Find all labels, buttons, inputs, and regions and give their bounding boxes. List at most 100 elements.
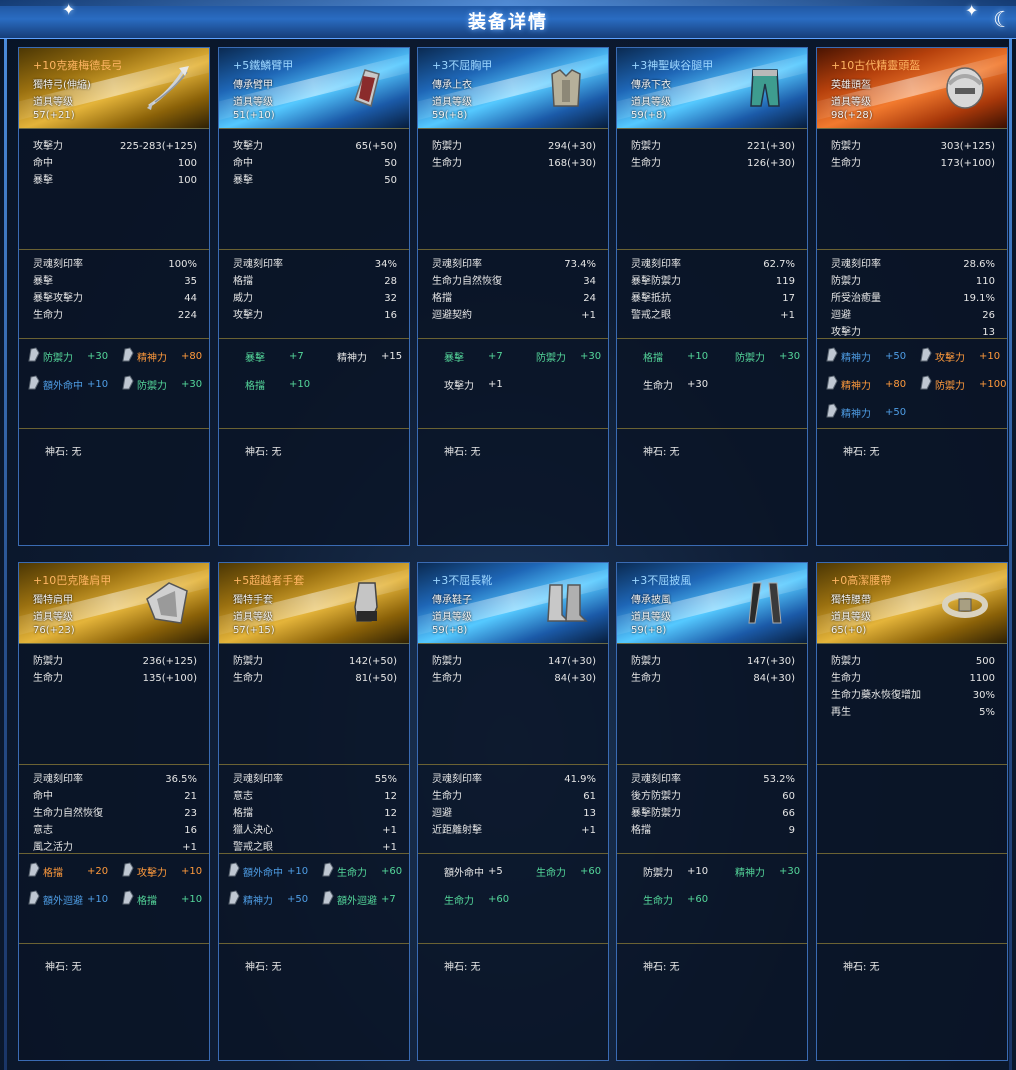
rune-slot[interactable]: 精神力 +80 [121,347,202,365]
rune-name: 生命力 [536,867,566,879]
rune-slot[interactable]: 額外命中 +10 [27,375,108,393]
stat-value: 28 [384,276,397,287]
stat-row: 暴擊 35 [19,273,209,290]
stat-value: +1 [581,310,596,321]
equipment-card[interactable]: +3神聖峽谷腿甲 傳承下衣 道具等级 59(+8) 防禦力 221(+30) 生命力 126(… [616,47,808,546]
rune-slot[interactable]: 精神力 +50 [825,403,906,421]
rune-name: 格擋 [643,352,663,364]
equipment-card[interactable]: +3不屈長靴 傳承鞋子 道具等级 59(+8) 防禦力 147(+30) 生命力 84(+30… [417,562,609,1061]
rune-slot[interactable]: 防禦力 +30 [121,375,202,393]
rune-slot[interactable]: 額外迴避 +7 [321,890,396,908]
stat-label: 命中 [33,158,53,169]
rune-section: 暴擊 +7 精神力 +15 格擋 +10 [219,339,409,429]
stat-row: 暴擊防禦力 66 [617,805,807,822]
item-level-label: 道具等级 [631,612,671,623]
rune-slot[interactable]: 防禦力 +30 [27,347,108,365]
equipment-card[interactable]: +3不屈披風 傳承披風 道具等级 59(+8) 防禦力 147(+30) 生命力 84(+30… [616,562,808,1061]
rune-slot[interactable]: 精神力 +50 [227,890,308,908]
item-banner: +10克雍梅德長弓 獨特弓(伸縮) 道具等级 57(+21) [19,48,209,129]
stat-row: 生命力 84(+30) [617,670,807,687]
rune-slot[interactable]: 生命力 +30 [643,375,708,393]
extra-stats-section: 灵魂刻印率 34% 格擋 28 威力 32 攻擊力 16 [219,250,409,339]
rune-name: 防禦力 [536,352,566,364]
stat-row: 生命力 168(+30) [418,155,608,172]
rune-slot[interactable]: 精神力 +15 [337,347,402,365]
rune-slot[interactable]: 格擋 +10 [643,347,708,365]
rune-slot[interactable]: 額外命中 +5 [444,862,503,880]
rune-slot[interactable]: 暴擊 +7 [444,347,503,365]
stat-row: 暴擊防禦力 119 [617,273,807,290]
rune-slot[interactable]: 防禦力 +10 [643,862,708,880]
equipment-card[interactable]: +10克雍梅德長弓 獨特弓(伸縮) 道具等级 57(+21) 攻擊力 225-283(+1… [18,47,210,546]
rune-slot[interactable]: 額外命中 +10 [227,862,308,880]
stat-row: 灵魂刻印率 36.5% [19,771,209,788]
stat-row: 生命力自然恢復 34 [418,273,608,290]
rune-slot[interactable]: 精神力 +50 [825,347,906,365]
stat-label: 生命力自然恢復 [33,808,103,819]
rune-slot[interactable]: 格擋 +10 [245,375,310,393]
equipment-card[interactable]: +3不屈胸甲 傳承上衣 道具等级 59(+8) 防禦力 294(+30) 生命力 168(+3… [417,47,609,546]
stat-row: 生命力 135(+100) [19,670,209,687]
stat-label: 防禦力 [831,276,861,287]
stat-row: 格擋 9 [617,822,807,839]
item-type: 獨特手套 [233,595,273,606]
rune-name: 格擋 [137,895,157,907]
rune-name: 防禦力 [643,867,673,879]
rune-slot[interactable]: 攻擊力 +10 [919,347,1000,365]
stat-value: 294(+30) [548,141,596,152]
equipment-card[interactable]: +10巴克隆肩甲 獨特肩甲 道具等级 76(+23) 防禦力 236(+125) 生命力 13… [18,562,210,1061]
equipment-card[interactable]: +5超越者手套 獨特手套 道具等级 57(+15) 防禦力 142(+50) 生命力 81(+… [218,562,410,1061]
stat-label: 生命力 [831,673,861,684]
stat-label: 暴擊 [233,175,253,186]
rune-gem-icon [27,862,43,880]
rune-slot[interactable]: 防禦力 +30 [735,347,800,365]
item-name: +3不屈長靴 [432,574,493,587]
equipment-card[interactable]: +5鐵鱗臂甲 傳承臂甲 道具等级 51(+10) 攻擊力 65(+50) 命中 50 暴擊 50 灵… [218,47,410,546]
rune-slot[interactable]: 防禦力 +30 [536,347,601,365]
rune-slot[interactable]: 生命力 +60 [536,862,601,880]
rune-slot[interactable]: 暴擊 +7 [245,347,304,365]
stat-label: 防禦力 [631,656,661,667]
stat-value: 35 [184,276,197,287]
equipment-card[interactable]: +10古代精靈頭盔 英雄頭盔 道具等级 98(+28) 防禦力 303(+125) 生命力 1… [816,47,1008,546]
stat-value: 126(+30) [747,158,795,169]
item-level-label: 道具等级 [432,97,472,108]
stat-label: 暴擊攻擊力 [33,293,83,304]
rune-slot[interactable]: 額外迴避 +10 [27,890,108,908]
stat-row: 所受治癒量 19.1% [817,290,1007,307]
stat-label: 獵人決心 [233,825,273,836]
rune-slot[interactable]: 格擋 +10 [121,890,202,908]
stat-value: +1 [780,310,795,321]
rune-name: 生命力 [643,380,673,392]
item-level: 65(+0) [831,625,867,636]
rune-name: 格擋 [43,867,63,879]
item-banner: +3不屈披風 傳承披風 道具等级 59(+8) [617,563,807,644]
stat-value: 19.1% [963,293,995,304]
rune-slot[interactable]: 防禦力 +100 [919,375,1006,393]
equipment-card[interactable]: +0高潔腰帶 獨特腰帶 道具等级 65(+0) 防禦力 500 生命力 1100 生命力藥水恢復… [816,562,1008,1061]
item-type: 獨特腰帶 [831,595,871,606]
stat-value: 135(+100) [142,673,197,684]
rune-gem-icon [121,375,137,393]
rune-gem-icon [27,890,43,908]
rune-slot[interactable]: 格擋 +20 [27,862,108,880]
rune-value: +7 [289,350,304,362]
stat-row: 防禦力 142(+50) [219,653,409,670]
base-stats-section: 防禦力 294(+30) 生命力 168(+30) [418,129,608,250]
stat-value: 221(+30) [747,141,795,152]
base-stats-section: 攻擊力 65(+50) 命中 50 暴擊 50 [219,129,409,250]
rune-slot[interactable]: 生命力 +60 [321,862,402,880]
stat-row: 攻擊力 225-283(+125) [19,138,209,155]
rune-slot[interactable]: 生命力 +60 [643,890,708,908]
rune-slot[interactable]: 精神力 +30 [735,862,800,880]
rune-slot[interactable]: 攻擊力 +1 [444,375,503,393]
item-level-label: 道具等级 [33,97,73,108]
rune-slot[interactable]: 攻擊力 +10 [121,862,202,880]
rune-slot[interactable]: 精神力 +80 [825,375,906,393]
stat-value: 24 [583,293,596,304]
rune-slot[interactable]: 生命力 +60 [444,890,509,908]
stat-label: 灵魂刻印率 [33,259,83,270]
stat-row: 迴避 26 [817,307,1007,324]
stat-label: 灵魂刻印率 [33,774,83,785]
stat-label: 防禦力 [831,141,861,152]
